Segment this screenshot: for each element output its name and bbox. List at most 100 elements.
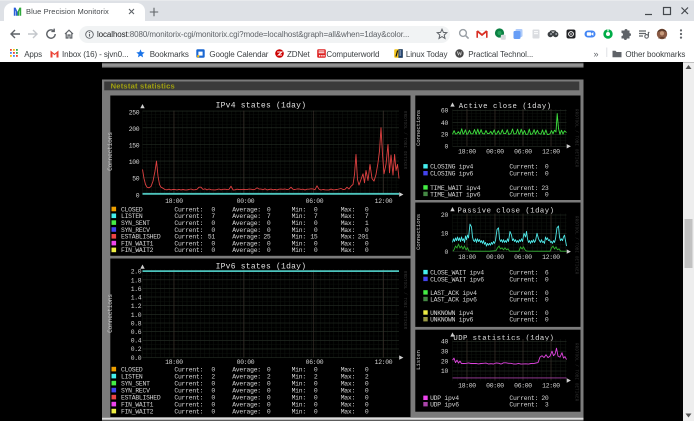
svg-text:Connections: Connections <box>107 294 114 333</box>
svg-text:Current:: Current: <box>509 296 538 303</box>
svg-text:Min:: Min: <box>292 366 306 373</box>
svg-text:CLOSE_WAIT ipv6: CLOSE_WAIT ipv6 <box>430 276 484 283</box>
svg-text:Average:: Average: <box>232 387 261 394</box>
svg-text:0.6: 0.6 <box>131 329 142 336</box>
svg-text:Connections: Connections <box>107 132 114 171</box>
svg-text:0: 0 <box>314 408 318 415</box>
svg-text:0: 0 <box>365 380 369 387</box>
svg-text:0: 0 <box>314 380 318 387</box>
svg-text:1.8: 1.8 <box>131 277 142 284</box>
svg-text:0: 0 <box>545 276 549 283</box>
svg-text:Current:: Current: <box>174 247 203 254</box>
svg-text:00:00: 00:00 <box>486 254 504 261</box>
svg-text:Min:: Min: <box>292 394 306 401</box>
svg-text:Average:: Average: <box>232 408 261 415</box>
svg-text:Netstat statistics: Netstat statistics <box>111 81 175 90</box>
svg-text:ESTABLISHED: ESTABLISHED <box>121 394 161 401</box>
svg-text:20: 20 <box>441 212 449 219</box>
svg-text:RRDTOOL / TOBI OETIKER: RRDTOOL / TOBI OETIKER <box>574 343 579 402</box>
svg-text:1.0: 1.0 <box>131 312 142 319</box>
svg-text:Min:: Min: <box>292 387 306 394</box>
svg-text:18:00: 18:00 <box>458 149 476 156</box>
svg-text:Current:: Current: <box>174 401 203 408</box>
svg-text:UDP statistics (1day): UDP statistics (1day) <box>453 335 554 343</box>
svg-text:06:00: 06:00 <box>514 383 532 390</box>
svg-text:12:00: 12:00 <box>375 198 393 205</box>
svg-text:0: 0 <box>267 247 271 254</box>
svg-text:18:00: 18:00 <box>458 254 476 261</box>
svg-text:RRDTOOL / TOBI OETIKER: RRDTOOL / TOBI OETIKER <box>574 216 579 275</box>
svg-text:0: 0 <box>136 192 140 199</box>
svg-text:12:00: 12:00 <box>542 254 560 261</box>
svg-text:40: 40 <box>441 339 449 346</box>
svg-text:2: 2 <box>211 373 215 380</box>
svg-text:FIN_WAIT2: FIN_WAIT2 <box>121 247 154 254</box>
svg-text:00:00: 00:00 <box>237 359 255 366</box>
svg-text:0.0: 0.0 <box>131 355 142 362</box>
svg-text:Max:: Max: <box>341 394 355 401</box>
svg-text:UDP ipv6: UDP ipv6 <box>430 402 459 409</box>
svg-text:12:00: 12:00 <box>375 359 393 366</box>
svg-text:0: 0 <box>444 249 448 256</box>
svg-text:00:00: 00:00 <box>237 198 255 205</box>
svg-text:0.8: 0.8 <box>131 321 142 328</box>
svg-text:RRDTOOL / TOBI OETIKER: RRDTOOL / TOBI OETIKER <box>402 111 407 170</box>
svg-text:0: 0 <box>267 380 271 387</box>
svg-text:0: 0 <box>211 408 215 415</box>
svg-text:06:00: 06:00 <box>306 359 324 366</box>
svg-text:250: 250 <box>129 109 140 116</box>
svg-text:Min:: Min: <box>292 247 306 254</box>
svg-text:0: 0 <box>314 394 318 401</box>
svg-text:3: 3 <box>545 402 549 409</box>
svg-text:0: 0 <box>267 408 271 415</box>
svg-text:Current:: Current: <box>174 394 203 401</box>
svg-text:Current:: Current: <box>174 373 203 380</box>
svg-text:100: 100 <box>129 159 140 166</box>
svg-text:0: 0 <box>545 191 549 198</box>
svg-text:Max:: Max: <box>341 408 355 415</box>
svg-text:18:00: 18:00 <box>458 383 476 390</box>
svg-text:Average:: Average: <box>232 247 261 254</box>
svg-text:Current:: Current: <box>174 380 203 387</box>
svg-text:0: 0 <box>365 401 369 408</box>
svg-text:2.0: 2.0 <box>131 268 142 275</box>
svg-text:1.6: 1.6 <box>131 286 142 293</box>
svg-text:0: 0 <box>267 387 271 394</box>
svg-text:0: 0 <box>545 317 549 324</box>
svg-text:Current:: Current: <box>174 408 203 415</box>
svg-text:Average:: Average: <box>232 373 261 380</box>
svg-text:0: 0 <box>314 387 318 394</box>
svg-text:2: 2 <box>365 373 369 380</box>
svg-text:0: 0 <box>211 247 215 254</box>
svg-text:06:00: 06:00 <box>514 254 532 261</box>
svg-text:2: 2 <box>267 373 271 380</box>
svg-text:200: 200 <box>129 126 140 133</box>
svg-text:0: 0 <box>314 366 318 373</box>
svg-text:Min:: Min: <box>292 380 306 387</box>
svg-text:Average:: Average: <box>232 380 261 387</box>
svg-text:Connections: Connections <box>415 214 422 250</box>
svg-text:RRDTOOL / TOBI OETIKER: RRDTOOL / TOBI OETIKER <box>574 109 579 168</box>
svg-text:Min:: Min: <box>292 373 306 380</box>
svg-text:SYN_SENT: SYN_SENT <box>121 380 150 387</box>
svg-text:Current:: Current: <box>509 171 538 178</box>
svg-text:18:00: 18:00 <box>165 198 183 205</box>
svg-text:0: 0 <box>545 171 549 178</box>
svg-text:Current:: Current: <box>174 387 203 394</box>
svg-text:Current:: Current: <box>509 276 538 283</box>
svg-text:0: 0 <box>211 401 215 408</box>
svg-text:Current:: Current: <box>509 317 538 324</box>
svg-text:1.4: 1.4 <box>131 295 142 302</box>
svg-text:0.4: 0.4 <box>131 338 142 345</box>
svg-text:50: 50 <box>132 176 140 183</box>
svg-text:20: 20 <box>441 132 449 139</box>
svg-text:0: 0 <box>365 366 369 373</box>
svg-text:CLOSED: CLOSED <box>121 366 143 373</box>
svg-text:00:00: 00:00 <box>486 383 504 390</box>
svg-text:Max:: Max: <box>341 387 355 394</box>
svg-text:0: 0 <box>267 401 271 408</box>
svg-text:1.2: 1.2 <box>131 303 142 310</box>
svg-text:10: 10 <box>441 368 449 375</box>
svg-text:Active close (1day): Active close (1day) <box>459 103 552 111</box>
svg-text:FIN_WAIT1: FIN_WAIT1 <box>121 401 154 408</box>
